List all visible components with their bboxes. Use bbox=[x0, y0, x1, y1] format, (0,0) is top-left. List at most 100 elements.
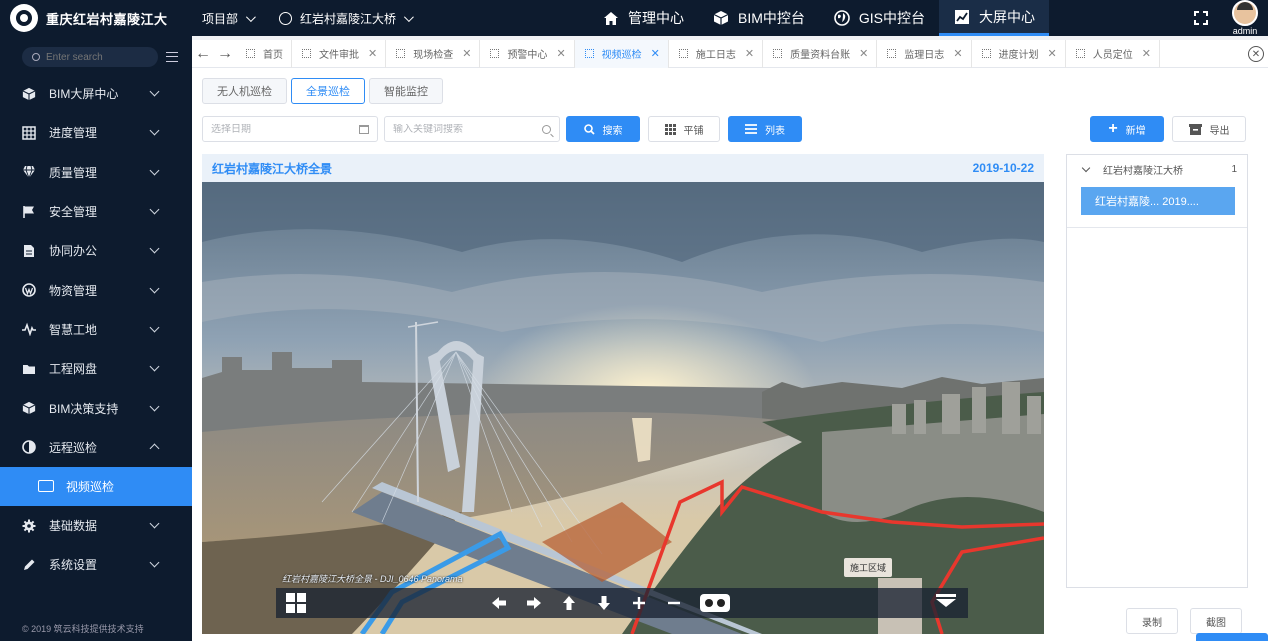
tab-quality-ledger[interactable]: 质量资料台账 ✕ bbox=[763, 39, 878, 68]
sidebar-item-safety[interactable]: 安全管理 bbox=[0, 192, 192, 231]
tab-video-inspection[interactable]: 视频巡检 ✕ bbox=[574, 39, 669, 68]
menu-collapse-icon[interactable] bbox=[166, 52, 178, 62]
sidebar-item-remote-inspection[interactable]: 远程巡检 bbox=[0, 428, 192, 467]
export-button[interactable]: 导出 bbox=[1172, 116, 1246, 142]
chevron-down-icon[interactable] bbox=[1081, 163, 1091, 172]
pan-right-arrow-icon[interactable] bbox=[521, 591, 547, 615]
topnav-label: GIS中控台 bbox=[858, 10, 926, 26]
close-all-tabs-icon[interactable]: ✕ bbox=[1248, 46, 1264, 62]
search-button[interactable]: 搜索 bbox=[566, 116, 640, 142]
zoom-out-minus-icon[interactable] bbox=[661, 591, 687, 615]
tab-warning-center[interactable]: 预警中心 ✕ bbox=[480, 39, 575, 68]
sidebar-item-base-data[interactable]: 基础数据 bbox=[0, 506, 192, 545]
user-menu[interactable]: admin bbox=[1232, 0, 1258, 36]
topnav-gis-console[interactable]: GIS中控台 bbox=[819, 0, 939, 36]
sidebar-item-progress[interactable]: 进度管理 bbox=[0, 113, 192, 152]
sidebar-item-label: BIM决策支持 bbox=[49, 401, 119, 416]
tab-progress-plan[interactable]: 进度计划 ✕ bbox=[972, 39, 1066, 68]
date-picker[interactable] bbox=[202, 116, 378, 142]
tree-root[interactable]: 红岩村嘉陵江大桥 1 bbox=[1067, 155, 1247, 183]
tab-icon bbox=[981, 49, 991, 58]
tab-site-inspection[interactable]: 现场检查 ✕ bbox=[386, 39, 481, 68]
work-area-label[interactable]: 施工区域 bbox=[844, 558, 893, 577]
tab-file-approval[interactable]: 文件审批 ✕ bbox=[292, 39, 387, 68]
tab-supervision-log[interactable]: 监理日志 ✕ bbox=[877, 39, 972, 68]
chevron-up-icon bbox=[149, 443, 160, 454]
folder-icon bbox=[22, 362, 36, 376]
app-logo[interactable]: 重庆红岩村嘉陵江大 bbox=[0, 4, 192, 32]
zoom-in-plus-icon[interactable] bbox=[626, 591, 652, 615]
sidebar-item-label: 协同办公 bbox=[49, 244, 98, 259]
pan-left-arrow-icon[interactable] bbox=[486, 591, 512, 615]
vr-headset-icon[interactable] bbox=[700, 594, 730, 612]
more-menu-icon[interactable] bbox=[936, 594, 956, 607]
add-button[interactable]: + 新增 bbox=[1090, 116, 1164, 142]
fullscreen-icon[interactable] bbox=[1194, 11, 1208, 25]
pulse-icon bbox=[22, 322, 36, 337]
sidebar-item-label: 物资管理 bbox=[49, 283, 98, 298]
close-icon[interactable]: ✕ bbox=[556, 47, 565, 60]
tab-construction-log[interactable]: 施工日志 ✕ bbox=[669, 39, 764, 68]
thumbnails-grid-icon[interactable] bbox=[286, 593, 306, 613]
pan-up-arrow-icon[interactable] bbox=[556, 591, 582, 615]
topnav-management-center[interactable]: 管理中心 bbox=[588, 0, 698, 36]
bridge-selector[interactable]: 红岩村嘉陵江大桥 bbox=[279, 10, 414, 27]
tab-drone-inspection[interactable]: 无人机巡检 bbox=[202, 78, 287, 104]
topnav-label: 大屏中心 bbox=[979, 8, 1036, 25]
close-icon[interactable]: ✕ bbox=[462, 47, 471, 60]
chevron-down-icon bbox=[245, 11, 256, 22]
pan-down-arrow-icon[interactable] bbox=[591, 591, 617, 615]
topnav-big-screen-center[interactable]: 大屏中心 bbox=[939, 0, 1050, 36]
panorama-caption: 红岩村嘉陵江大桥全景 - DJI_0646 Panorama bbox=[282, 574, 463, 584]
chart-line-icon bbox=[953, 8, 971, 26]
topnav-bim-console[interactable]: BIM中控台 bbox=[698, 0, 819, 36]
date-input[interactable] bbox=[211, 123, 359, 135]
sidebar-item-label: 智慧工地 bbox=[49, 322, 98, 337]
panorama-viewer[interactable]: 红岩村嘉陵江大桥全景 - DJI_0646 Panorama 施工区域 bbox=[202, 182, 1044, 634]
project-selector[interactable]: 项目部 bbox=[202, 10, 256, 27]
tile-view-button[interactable]: 平铺 bbox=[648, 116, 720, 142]
close-icon[interactable]: ✕ bbox=[745, 47, 754, 60]
sidebar-item-bim-decision[interactable]: BIM决策支持 bbox=[0, 388, 192, 427]
keyword-input[interactable] bbox=[393, 123, 542, 135]
tab-personnel-location[interactable]: 人员定位 ✕ bbox=[1066, 39, 1160, 68]
tab-back-arrow-icon[interactable]: ← bbox=[192, 45, 214, 63]
record-button[interactable]: 录制 bbox=[1126, 608, 1178, 634]
search-button-label: 搜索 bbox=[602, 125, 623, 137]
corner-action-button[interactable] bbox=[1196, 633, 1268, 641]
tab-home[interactable]: 首页 bbox=[236, 39, 292, 68]
tile-grid-icon bbox=[664, 123, 676, 135]
chevron-down-icon bbox=[149, 125, 160, 136]
search-icon bbox=[32, 53, 40, 61]
top-bar: 重庆红岩村嘉陵江大 项目部 红岩村嘉陵江大桥 管理中心 BIM中控台 GIS中控… bbox=[0, 0, 1268, 36]
screenshot-button[interactable]: 截图 bbox=[1190, 608, 1242, 634]
close-icon[interactable]: ✕ bbox=[368, 47, 377, 60]
tab-panorama-inspection[interactable]: 全景巡检 bbox=[291, 78, 365, 104]
sidebar-item-smart-site[interactable]: 智慧工地 bbox=[0, 310, 192, 349]
tab-forward-arrow-icon[interactable]: → bbox=[214, 45, 236, 63]
sidebar-item-office[interactable]: 协同办公 bbox=[0, 231, 192, 270]
close-icon[interactable]: ✕ bbox=[859, 47, 868, 60]
close-icon[interactable]: ✕ bbox=[953, 47, 962, 60]
list-view-button[interactable]: 列表 bbox=[728, 116, 802, 142]
close-icon[interactable]: ✕ bbox=[1142, 47, 1151, 60]
close-icon[interactable]: ✕ bbox=[1048, 47, 1057, 60]
sidebar-search-box[interactable] bbox=[22, 47, 158, 67]
chevron-down-icon bbox=[149, 204, 160, 215]
sidebar-item-quality[interactable]: 质量管理 bbox=[0, 153, 192, 192]
sidebar-item-bim-screen[interactable]: BIM大屏中心 bbox=[0, 74, 192, 113]
sidebar-item-video-inspection[interactable]: 视频巡检 bbox=[0, 466, 192, 506]
avatar bbox=[1232, 0, 1258, 26]
tab-smart-monitoring[interactable]: 智能监控 bbox=[369, 78, 443, 104]
topnav-label: BIM中控台 bbox=[738, 10, 805, 26]
sidebar-search bbox=[22, 46, 178, 68]
sidebar-item-system-settings[interactable]: 系统设置 bbox=[0, 545, 192, 584]
close-icon[interactable]: ✕ bbox=[651, 47, 660, 60]
tree-node-selected[interactable]: 红岩村嘉陵... 2019.... bbox=[1081, 187, 1235, 215]
tab-icon bbox=[246, 49, 255, 58]
sidebar-search-input[interactable] bbox=[46, 51, 136, 63]
logo-icon bbox=[10, 4, 38, 32]
sidebar-item-netdisk[interactable]: 工程网盘 bbox=[0, 349, 192, 388]
keyword-search-field[interactable] bbox=[384, 116, 560, 142]
sidebar-item-materials[interactable]: 物资管理 bbox=[0, 270, 192, 309]
